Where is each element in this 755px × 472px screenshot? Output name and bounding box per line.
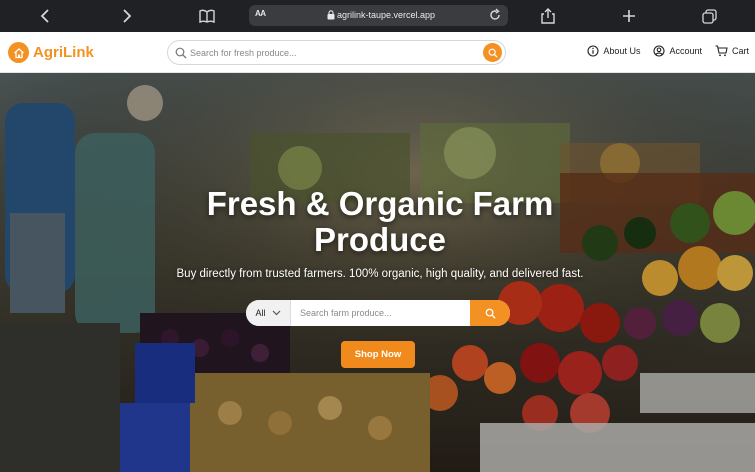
search-icon (175, 47, 187, 59)
category-selected-value: All (255, 308, 266, 318)
header-search-input[interactable] (190, 45, 480, 61)
header-search-bar[interactable] (167, 40, 506, 65)
url-text: agrilink-taupe.vercel.app (337, 10, 436, 20)
lock-icon (327, 10, 335, 20)
nav-about-us[interactable]: About Us (587, 45, 640, 57)
hero-search-input[interactable] (291, 300, 470, 326)
back-arrow-icon[interactable] (36, 6, 56, 26)
header-nav: About Us Account Cart (574, 45, 749, 57)
chevron-down-icon (272, 310, 280, 316)
nav-account[interactable]: Account (653, 45, 702, 57)
share-icon[interactable] (538, 6, 558, 26)
nav-account-label: Account (669, 46, 702, 56)
tabs-overview-icon[interactable] (699, 6, 719, 26)
brand-name: AgriLink (33, 44, 94, 61)
search-icon (488, 48, 498, 58)
hero-search-bar[interactable]: All (246, 300, 510, 326)
text-size-button[interactable]: AA (255, 9, 266, 18)
shop-now-button[interactable]: Shop Now (341, 341, 415, 368)
bookmarks-book-icon[interactable] (197, 6, 217, 26)
cart-icon (715, 45, 728, 57)
forward-arrow-icon[interactable] (116, 6, 136, 26)
brand-logo[interactable]: AgriLink (8, 42, 94, 63)
user-circle-icon (653, 45, 666, 57)
address-bar[interactable]: AA agrilink-taupe.vercel.app (249, 5, 508, 26)
info-icon (587, 45, 599, 57)
hero-subtitle: Buy directly from trusted farmers. 100% … (176, 268, 584, 280)
browser-toolbar: AA agrilink-taupe.vercel.app (0, 0, 755, 32)
hero-title: Fresh & Organic Farm Produce (206, 185, 554, 258)
search-icon (485, 308, 496, 319)
hero-search-button[interactable] (470, 300, 510, 326)
nav-cart[interactable]: Cart (715, 45, 749, 57)
category-select[interactable]: All (246, 300, 291, 326)
header-search-button[interactable] (483, 43, 502, 62)
home-icon (8, 42, 29, 63)
hero-section: Fresh & Organic Farm Produce Buy directl… (0, 73, 755, 472)
nav-about-label: About Us (603, 46, 641, 56)
new-tab-plus-icon[interactable] (619, 6, 639, 26)
reload-icon[interactable] (488, 8, 502, 22)
site-header: AgriLink About Us Account Cart (0, 32, 755, 73)
nav-cart-label: Cart (731, 46, 749, 56)
